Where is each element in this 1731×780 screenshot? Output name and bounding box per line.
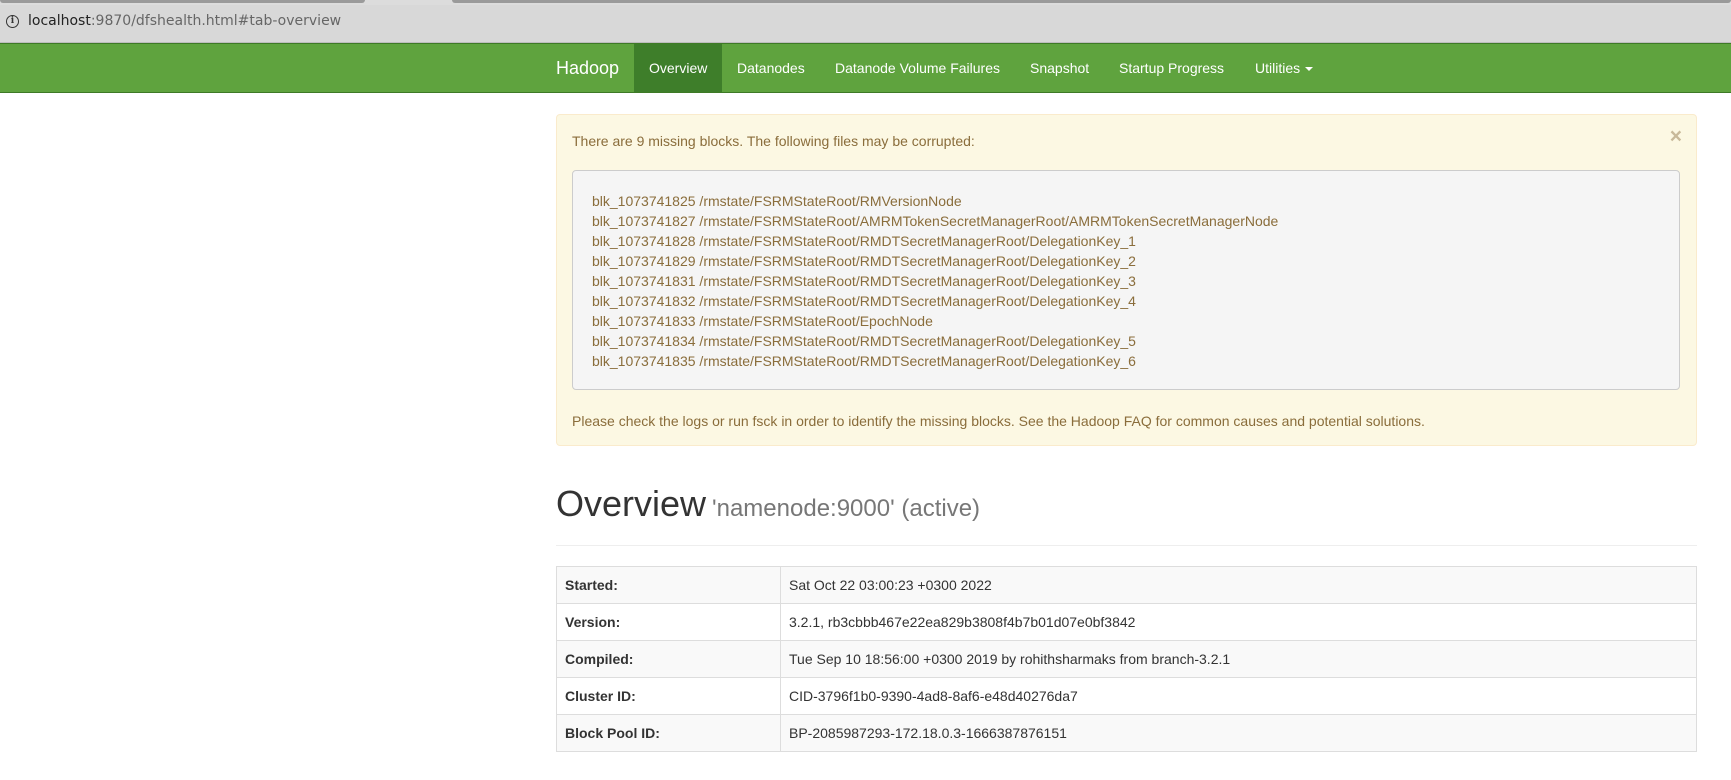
table-row: Started: Sat Oct 22 03:00:23 +0300 2022 — [556, 566, 1697, 604]
close-icon[interactable]: × — [1670, 126, 1682, 148]
page-title: Overview'namenode:9000' (active) — [556, 482, 980, 531]
row-key: Compiled: — [556, 640, 781, 678]
block-entry: blk_1073741829 /rmstate/FSRMStateRoot/RM… — [592, 253, 1136, 269]
row-key: Started: — [556, 566, 781, 604]
block-entry: blk_1073741828 /rmstate/FSRMStateRoot/RM… — [592, 233, 1136, 249]
block-entry: blk_1073741835 /rmstate/FSRMStateRoot/RM… — [592, 353, 1136, 369]
header-divider — [556, 545, 1697, 546]
overview-table: Started: Sat Oct 22 03:00:23 +0300 2022 … — [556, 566, 1697, 752]
nav-utilities-dropdown[interactable]: Utilities — [1240, 44, 1328, 92]
row-value: CID-3796f1b0-9390-4ad8-8af6-e48d40276da7 — [780, 677, 1697, 715]
alert-title: There are 9 missing blocks. The followin… — [572, 133, 975, 149]
row-key: Cluster ID: — [556, 677, 781, 715]
nav-datanodes[interactable]: Datanodes — [722, 44, 820, 92]
table-row: Cluster ID: CID-3796f1b0-9390-4ad8-8af6-… — [556, 677, 1697, 715]
missing-blocks-alert: There are 9 missing blocks. The followin… — [556, 114, 1697, 446]
browser-tab[interactable] — [452, 0, 1731, 3]
table-row: Compiled: Tue Sep 10 18:56:00 +0300 2019… — [556, 640, 1697, 678]
block-entry: blk_1073741833 /rmstate/FSRMStateRoot/Ep… — [592, 313, 933, 329]
overview-heading: Overview — [556, 483, 707, 524]
brand-link[interactable]: Hadoop — [556, 44, 619, 92]
row-key: Block Pool ID: — [556, 714, 781, 752]
row-value: 3.2.1, rb3cbbb467e22ea829b3808f4b7b01d07… — [780, 603, 1697, 641]
nav-datanode-volume-failures[interactable]: Datanode Volume Failures — [820, 44, 1015, 92]
block-entry: blk_1073741827 /rmstate/FSRMStateRoot/AM… — [592, 213, 1279, 229]
nav-snapshot[interactable]: Snapshot — [1015, 44, 1104, 92]
alert-footer: Please check the logs or run fsck in ord… — [572, 413, 1425, 429]
navbar: Hadoop Overview Datanodes Datanode Volum… — [0, 43, 1731, 93]
block-entry: blk_1073741831 /rmstate/FSRMStateRoot/RM… — [592, 273, 1136, 289]
browser-tab[interactable] — [0, 0, 365, 3]
url-host: localhost — [28, 13, 91, 29]
url-path: :9870/dfshealth.html#tab-overview — [90, 13, 342, 29]
url-text[interactable]: localhost:9870/dfshealth.html#tab-overvi… — [28, 12, 341, 30]
table-row: Version: 3.2.1, rb3cbbb467e22ea829b3808f… — [556, 603, 1697, 641]
caret-down-icon — [1305, 67, 1314, 72]
nav-utilities-label: Utilities — [1255, 60, 1301, 76]
address-bar[interactable]: i localhost:9870/dfshealth.html#tab-over… — [0, 5, 1731, 43]
row-value: BP-2085987293-172.18.0.3-1666387876151 — [780, 714, 1697, 752]
nav-overview[interactable]: Overview — [634, 44, 723, 92]
block-entry: blk_1073741825 /rmstate/FSRMStateRoot/RM… — [592, 193, 962, 209]
nav-startup-progress[interactable]: Startup Progress — [1104, 44, 1239, 92]
row-value: Sat Oct 22 03:00:23 +0300 2022 — [780, 566, 1697, 604]
table-row: Block Pool ID: BP-2085987293-172.18.0.3-… — [556, 714, 1697, 752]
row-key: Version: — [556, 603, 781, 641]
row-value: Tue Sep 10 18:56:00 +0300 2019 by rohith… — [780, 640, 1697, 678]
namenode-subtitle: 'namenode:9000' (active) — [712, 495, 981, 522]
block-entry: blk_1073741834 /rmstate/FSRMStateRoot/RM… — [592, 333, 1136, 349]
missing-blocks-list: blk_1073741825 /rmstate/FSRMStateRoot/RM… — [572, 170, 1680, 390]
site-info-icon[interactable]: i — [6, 15, 19, 28]
block-entry: blk_1073741832 /rmstate/FSRMStateRoot/RM… — [592, 293, 1136, 309]
